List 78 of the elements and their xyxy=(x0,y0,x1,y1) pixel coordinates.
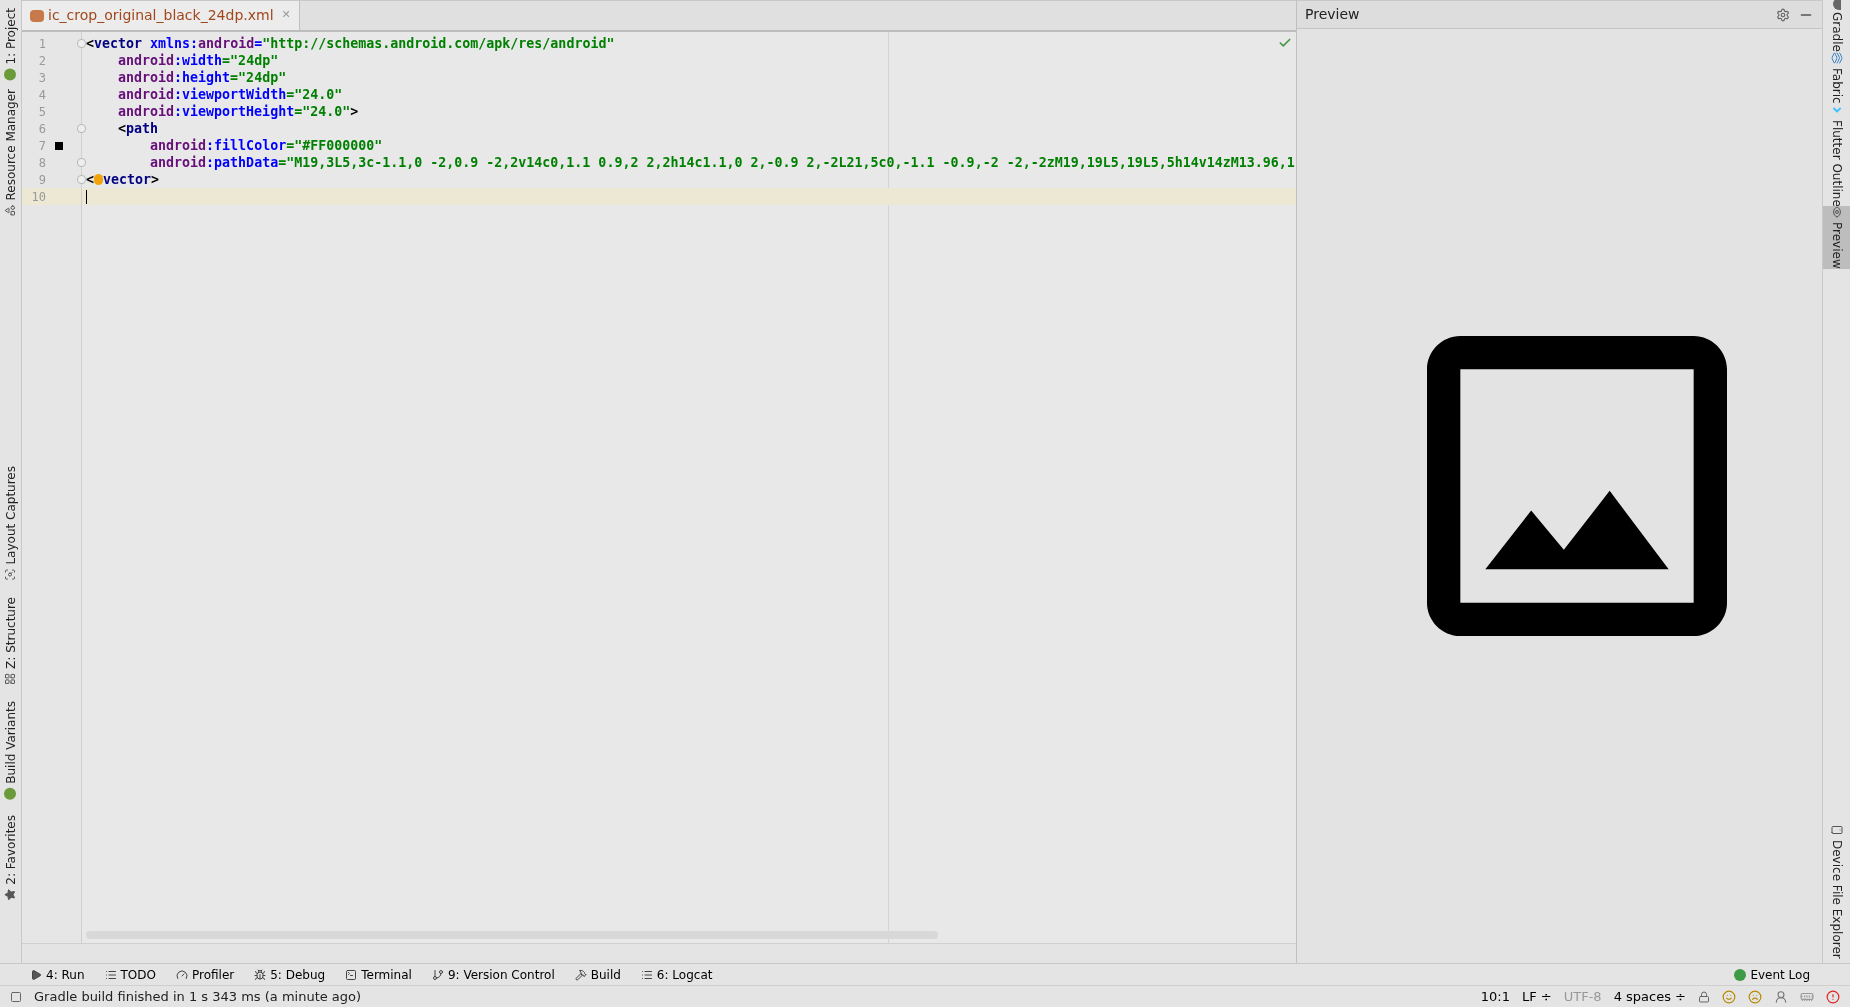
shapes-icon xyxy=(4,204,17,216)
line-number: 3 xyxy=(37,69,46,87)
line-number: 8 xyxy=(37,154,46,172)
editor-tab[interactable]: ic_crop_original_black_24dp.xml ✕ xyxy=(22,1,300,30)
fold-marker[interactable] xyxy=(77,39,86,48)
bug-icon xyxy=(254,968,267,981)
bulb-icon[interactable] xyxy=(94,174,103,185)
code-line: android:width="24dp" xyxy=(117,51,279,70)
tool-window-tab[interactable]: 1: Project xyxy=(0,8,21,81)
line-number: 6 xyxy=(37,120,46,138)
panel-title: Preview xyxy=(1305,5,1360,24)
android-icon xyxy=(4,68,17,81)
error-icon[interactable] xyxy=(1826,989,1840,1004)
code-line: android:viewportHeight="24.0"> xyxy=(117,102,359,121)
check-icon xyxy=(1278,36,1292,50)
settings-icon[interactable] xyxy=(1776,7,1790,22)
caret-position[interactable]: 10:1 xyxy=(1480,986,1510,1007)
event-log-icon xyxy=(1734,968,1747,981)
fold-marker[interactable] xyxy=(77,124,86,133)
frown-icon[interactable] xyxy=(1748,989,1762,1004)
status-message: Gradle build finished in 1 s 343 ms (a minute ago) xyxy=(34,987,362,1006)
smile-icon[interactable] xyxy=(1722,989,1736,1004)
line-number: 1 xyxy=(37,35,46,53)
tool-window-tab[interactable]: Device File Explorer xyxy=(1823,824,1850,959)
line-number: 5 xyxy=(37,103,46,121)
line-number: 2 xyxy=(37,52,46,70)
tool-window-tab[interactable]: Preview xyxy=(1823,206,1850,270)
tool-window-tab[interactable]: Layout Captures xyxy=(0,466,21,581)
code-line: android:pathData="M19,3L5,3c-1.1,0 -2,0.9 -2,2v14c0,1.1 0.9,2 2,2h14c1.1,0 2,-0.9 2,-2L21,5c0,-1.1 -0.9,-2 -2,-2zM19,19L5,19L5,5h14v14zM13.96,1 xyxy=(149,153,1295,172)
tool-window-tab[interactable]: Fabric xyxy=(1823,51,1850,104)
terminal-icon xyxy=(345,968,358,981)
layers-icon xyxy=(1830,51,1843,64)
code-line: <vector xmlns:android="http://schemas.android.com/apk/res/android" xyxy=(86,34,615,53)
code-line: <path xyxy=(117,119,159,138)
tool-window-button[interactable]: Profiler xyxy=(176,965,235,984)
event-log-button[interactable]: Event Log xyxy=(1734,965,1810,984)
tool-window-tab[interactable]: Build Variants xyxy=(0,700,21,800)
structure-icon xyxy=(4,672,17,685)
line-number: 10 xyxy=(30,188,46,206)
hammer-icon xyxy=(574,968,587,981)
capture-icon xyxy=(4,568,17,581)
line-number: 9 xyxy=(37,171,46,189)
phone-icon xyxy=(1830,824,1843,837)
tool-window-button[interactable]: Build xyxy=(574,965,621,984)
line-number: 4 xyxy=(37,86,46,104)
star-icon xyxy=(4,888,17,901)
tool-window-button[interactable]: 5: Debug xyxy=(254,965,326,984)
list-icon xyxy=(104,968,117,981)
fold-marker[interactable] xyxy=(77,175,86,184)
code-line: android:height="24dp" xyxy=(117,68,287,87)
branch-icon xyxy=(431,968,444,981)
fold-marker[interactable] xyxy=(77,158,86,167)
line-separator[interactable]: LF ÷ xyxy=(1522,986,1552,1007)
image-icon xyxy=(1426,336,1727,636)
play-icon xyxy=(30,968,42,981)
tool-window-tab[interactable]: Flutter Outline xyxy=(1823,103,1850,207)
tool-window-tab[interactable]: Resource Manager xyxy=(0,88,21,216)
tool-window-tab[interactable]: Z: Structure xyxy=(0,596,21,685)
gauge-icon xyxy=(176,968,188,981)
text-cursor xyxy=(86,189,87,204)
eye-icon xyxy=(1830,206,1843,219)
code-line: < vector> xyxy=(86,170,160,189)
line-number: 7 xyxy=(37,137,46,155)
panel-toggle-icon[interactable] xyxy=(10,990,22,1003)
tool-window-button[interactable]: TODO xyxy=(104,965,156,984)
lock-icon[interactable] xyxy=(1698,990,1710,1003)
tool-window-tab[interactable]: Gradle xyxy=(1823,0,1850,52)
tool-window-button[interactable]: Terminal xyxy=(345,965,412,984)
xml-file-icon xyxy=(30,9,44,22)
tool-window-tab[interactable]: 2: Favorites xyxy=(0,815,21,901)
list-icon xyxy=(640,968,653,981)
code-line: android:viewportWidth="24.0" xyxy=(117,85,343,104)
tool-window-button[interactable]: 9: Version Control xyxy=(431,965,555,984)
tool-window-button[interactable]: 4: Run xyxy=(30,965,85,984)
tool-window-button[interactable]: 6: Logcat xyxy=(640,965,713,984)
android-icon xyxy=(4,787,17,800)
code-line: android:fillColor="#FF000000" xyxy=(149,136,383,155)
indent-setting[interactable]: 4 spaces ÷ xyxy=(1613,986,1686,1007)
